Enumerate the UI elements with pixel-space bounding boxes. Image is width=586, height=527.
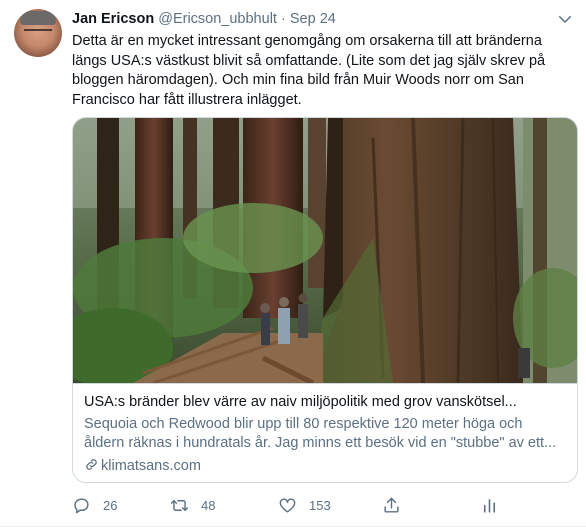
- tweet-text-line: Francisco har fått illustrera inlägget.: [72, 91, 302, 108]
- link-card[interactable]: USA:s bränder blev värre av naiv miljöpo…: [72, 117, 578, 483]
- card-description-line: Sequoia och Redwood blir upp till 80 res…: [84, 416, 523, 432]
- card-description: Sequoia och Redwood blir upp till 80 res…: [84, 415, 568, 453]
- like-button[interactable]: 153: [278, 494, 331, 516]
- like-count: 153: [309, 497, 331, 513]
- retweet-button[interactable]: 48: [170, 494, 215, 516]
- tweet-text-line: bloggen häromdagen). Och min fina bild f…: [72, 72, 524, 88]
- link-icon: [86, 459, 97, 470]
- separator-dot: ·: [280, 11, 286, 27]
- retweet-icon: [170, 499, 189, 511]
- card-title[interactable]: USA:s bränder blev värre av naiv miljöpo…: [84, 394, 568, 410]
- avatar-hair: [20, 11, 56, 25]
- tweet-text: Detta är en mycket intressant genomgång …: [72, 32, 572, 110]
- share-button[interactable]: [382, 494, 413, 516]
- tweet-text-line: Detta är en mycket intressant genomgång …: [72, 33, 542, 49]
- avatar[interactable]: [14, 9, 62, 57]
- tweet[interactable]: Jan Ericson @Ericson_ubbhult · Sep 24 De…: [0, 0, 586, 527]
- card-body[interactable]: USA:s bränder blev värre av naiv miljöpo…: [73, 383, 577, 482]
- caret-down-icon[interactable]: [556, 10, 574, 28]
- avatar-glasses: [24, 29, 52, 37]
- card-description-line: åldern räknas i hundratals år. Jag minns…: [84, 435, 557, 451]
- analytics-icon: [483, 498, 496, 513]
- reply-icon: [74, 497, 89, 513]
- retweet-count: 48: [201, 497, 216, 513]
- reply-count: 26: [103, 497, 118, 513]
- card-domain-text: klimatsans.com: [101, 458, 201, 474]
- analytics-button[interactable]: [480, 494, 511, 516]
- tweet-date[interactable]: Sep 24: [290, 11, 336, 27]
- tweet-actions: 26 48 153: [72, 494, 578, 518]
- share-icon: [384, 497, 399, 513]
- author-name[interactable]: Jan Ericson: [72, 11, 154, 27]
- tweet-text-line: längs USA:s västkust blivit så omfattand…: [72, 52, 546, 69]
- reply-button[interactable]: 26: [72, 494, 117, 516]
- card-image-redwood-forest[interactable]: [73, 118, 578, 383]
- card-domain[interactable]: klimatsans.com: [84, 457, 201, 474]
- tweet-header: Jan Ericson @Ericson_ubbhult · Sep 24: [72, 11, 336, 27]
- like-icon: [279, 497, 296, 513]
- author-handle[interactable]: @Ericson_ubbhult: [158, 11, 277, 27]
